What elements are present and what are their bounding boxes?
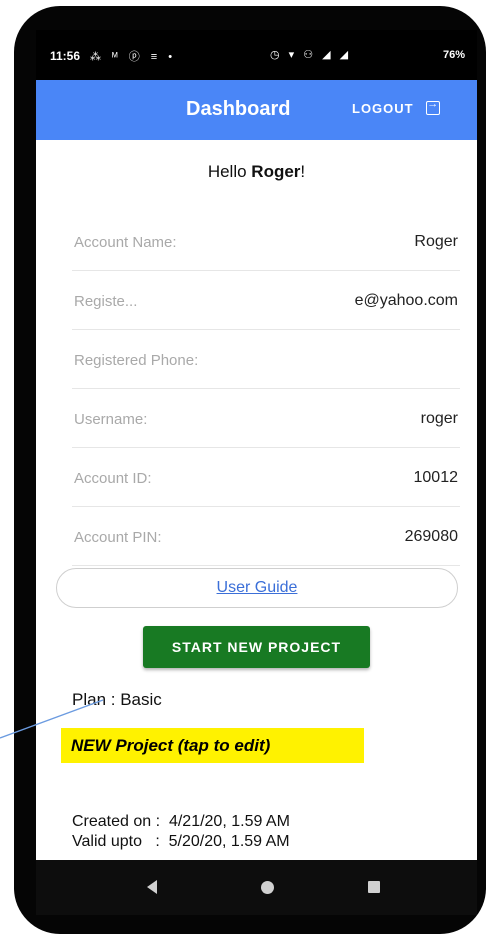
pointer-line: [0, 699, 104, 739]
annotation-pointer: [0, 699, 104, 739]
